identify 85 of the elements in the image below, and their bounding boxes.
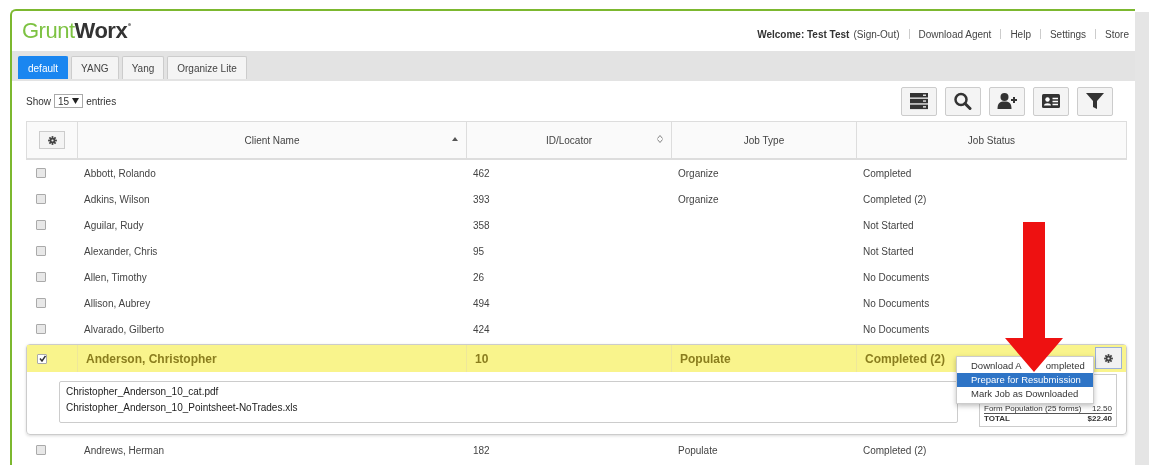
job-type: Organize xyxy=(678,167,719,179)
settings-button[interactable] xyxy=(39,131,65,149)
job-status: No Documents xyxy=(863,323,930,335)
stack-icon xyxy=(909,92,929,110)
tab[interactable]: Organize Lite xyxy=(167,56,247,79)
client-name: Allen, Timothy xyxy=(84,271,147,283)
search-button[interactable] xyxy=(945,86,981,116)
job-status: Completed (2) xyxy=(863,444,927,456)
row-checkbox[interactable] xyxy=(37,353,47,364)
column-header[interactable]: ID/Locator xyxy=(545,134,593,146)
sort-ascending-icon[interactable] xyxy=(452,135,458,143)
job-status: No Documents xyxy=(863,297,930,309)
caret-icon xyxy=(72,98,80,104)
columns-button[interactable] xyxy=(901,86,937,116)
client-name: Aguilar, Rudy xyxy=(84,219,144,231)
row-checkbox[interactable] xyxy=(36,298,46,308)
header-link[interactable]: Settings xyxy=(1049,28,1087,40)
file-name[interactable]: Christopher_Anderson_10_cat.pdf xyxy=(66,386,957,397)
job-status: Completed xyxy=(863,167,912,179)
locator-id: 358 xyxy=(473,219,490,231)
job-status: Not Started xyxy=(863,219,914,231)
menu-item[interactable]: Download A ompleted xyxy=(957,359,1093,373)
locator-id: 494 xyxy=(473,297,490,309)
row-checkbox[interactable] xyxy=(36,194,46,204)
add-client-button[interactable] xyxy=(989,86,1025,116)
locator-id: 393 xyxy=(473,193,490,205)
column-header[interactable]: Job Type xyxy=(743,134,785,146)
row-settings-button[interactable] xyxy=(1095,347,1122,369)
row-checkbox[interactable] xyxy=(36,168,46,178)
header-link[interactable]: Help xyxy=(1010,28,1031,40)
row-checkbox[interactable] xyxy=(36,324,46,334)
client-name: Anderson, Christopher xyxy=(86,351,217,366)
scrollbar[interactable] xyxy=(1135,12,1149,465)
tab[interactable]: default xyxy=(18,56,69,79)
id-card-icon xyxy=(1041,92,1061,110)
settings-icon xyxy=(46,134,58,146)
search-icon xyxy=(953,92,973,110)
client-name: Allison, Aubrey xyxy=(84,297,151,309)
fee-amount: 12.50 xyxy=(1091,404,1112,413)
job-status: No Documents xyxy=(863,271,930,283)
filter-button[interactable] xyxy=(1077,86,1113,116)
locator-id: 10 xyxy=(475,351,489,366)
locator-id: 424 xyxy=(473,323,490,335)
row-checkbox[interactable] xyxy=(36,246,46,256)
locator-id: 95 xyxy=(473,245,485,257)
sign-out-link[interactable]: (Sign-Out) xyxy=(853,28,900,40)
client-name: Andrews, Herman xyxy=(84,444,165,456)
tab[interactable]: YANG xyxy=(71,56,119,79)
column-header[interactable]: Client Name xyxy=(244,134,300,146)
job-type: Populate xyxy=(680,351,731,366)
contact-card-button[interactable] xyxy=(1033,86,1069,116)
menu-item[interactable]: Prepare for Resubmission xyxy=(957,373,1093,387)
client-name: Alexander, Chris xyxy=(84,245,158,257)
settings-icon xyxy=(1103,352,1114,364)
locator-id: 462 xyxy=(473,167,490,179)
filter-icon xyxy=(1085,92,1105,110)
row-checkbox[interactable] xyxy=(36,445,46,455)
row-checkbox[interactable] xyxy=(36,272,46,282)
entries-dropdown[interactable]: 15 xyxy=(54,94,84,108)
job-type: Organize xyxy=(678,193,719,205)
client-name: Alvarado, Gilberto xyxy=(84,323,165,335)
sort-icon[interactable] xyxy=(657,135,663,143)
job-status: Not Started xyxy=(863,245,914,257)
header-link[interactable]: Store xyxy=(1105,28,1129,40)
fee-label: TOTAL xyxy=(984,414,1010,423)
client-name: Abbott, Rolando xyxy=(84,167,156,179)
column-header[interactable]: Job Status xyxy=(967,134,1016,146)
menu-item[interactable]: Mark Job as Downloaded xyxy=(957,387,1093,401)
locator-id: 26 xyxy=(473,271,485,283)
fee-amount: $22.40 xyxy=(1087,414,1112,423)
logo: GruntWorx xyxy=(22,18,132,44)
job-status: Completed (2) xyxy=(865,351,945,366)
welcome-text: Welcome: Test Test xyxy=(757,28,850,40)
entries-label: entries xyxy=(86,95,117,107)
locator-id: 182 xyxy=(473,444,490,456)
job-type: Populate xyxy=(678,444,718,456)
file-name[interactable]: Christopher_Anderson_10_Pointsheet-NoTrades.xls xyxy=(66,402,957,413)
tab[interactable]: Yang xyxy=(121,56,165,79)
fee-label: Form Population (25 forms) xyxy=(984,404,1082,413)
add-user-icon xyxy=(997,92,1017,110)
row-checkbox[interactable] xyxy=(36,220,46,230)
job-status: Completed (2) xyxy=(863,193,927,205)
header-link[interactable]: Download Agent xyxy=(918,28,992,40)
client-name: Adkins, Wilson xyxy=(84,193,150,205)
show-label: Show xyxy=(26,95,51,107)
